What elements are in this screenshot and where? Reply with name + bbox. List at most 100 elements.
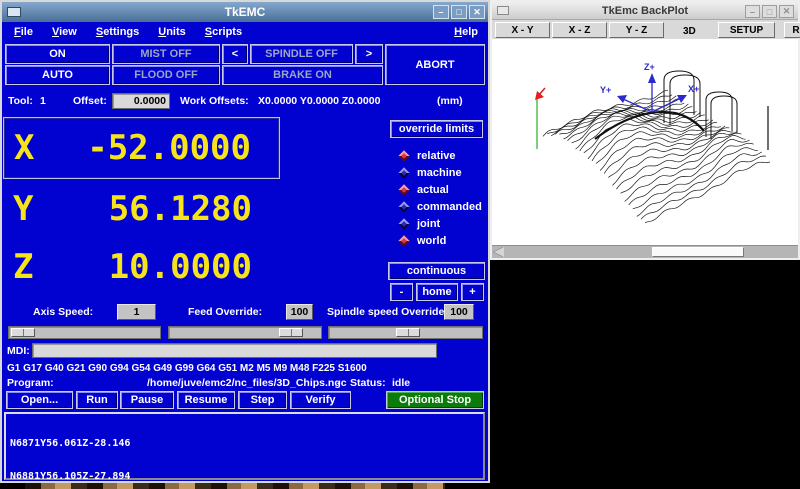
radio-commanded[interactable]: commanded — [400, 201, 482, 213]
jog-plus-button[interactable]: + — [461, 283, 484, 301]
menubar: File View Settings Units Scripts Help — [2, 22, 488, 42]
tool-label: Tool: — [8, 95, 33, 107]
reset-button[interactable]: RESET — [784, 22, 800, 38]
axis-value: 10.0000 — [109, 247, 252, 287]
spindle-button[interactable]: SPINDLE OFF — [250, 44, 353, 64]
minimize-icon[interactable]: – — [433, 5, 449, 19]
menu-help[interactable]: Help — [454, 26, 478, 38]
spindle-override-slider[interactable] — [328, 326, 483, 339]
axis-letter: Y — [13, 189, 33, 229]
abort-button[interactable]: ABORT — [385, 44, 485, 85]
active-gcodes: G1 G17 G40 G21 G90 G94 G54 G49 G99 G64 G… — [7, 363, 367, 374]
view-yz-button[interactable]: Y - Z — [609, 22, 664, 38]
menu-scripts[interactable]: Scripts — [205, 26, 242, 38]
axis-speed-value: 1 — [117, 304, 156, 320]
mdi-input[interactable] — [32, 343, 437, 358]
mdi-label: MDI: — [7, 345, 30, 357]
backplot-titlebar[interactable]: TkEmc BackPlot – □ ✕ — [492, 2, 798, 20]
verify-button[interactable]: Verify — [290, 391, 351, 409]
resume-button[interactable]: Resume — [177, 391, 235, 409]
program-label: Program: — [7, 377, 54, 389]
view-xy-button[interactable]: X - Y — [495, 22, 550, 38]
radio-diamond-icon — [398, 184, 409, 195]
titlebar[interactable]: TkEMC – □ ✕ — [2, 2, 488, 22]
view-xz-button[interactable]: X - Z — [552, 22, 607, 38]
mist-button[interactable]: MIST OFF — [112, 44, 220, 64]
slider-handle[interactable] — [11, 328, 35, 337]
axis-display-x[interactable]: X -52.0000 — [3, 117, 280, 179]
svg-text:Z+: Z+ — [644, 62, 655, 72]
window-title: TkEMC — [2, 5, 488, 19]
menu-file[interactable]: File — [14, 26, 33, 38]
axis-speed-label: Axis Speed: — [33, 306, 93, 318]
radio-actual[interactable]: actual — [400, 184, 449, 196]
work-offsets-value: X0.0000 Y0.0000 Z0.0000 — [258, 95, 380, 107]
radio-joint[interactable]: joint — [400, 218, 440, 230]
units-label: (mm) — [437, 95, 463, 107]
jog-mode-button[interactable]: continuous — [388, 262, 485, 280]
menu-view[interactable]: View — [52, 26, 77, 38]
desktop-sliver — [25, 483, 445, 489]
work-offsets-label: Work Offsets: — [180, 95, 249, 107]
program-line: N6881Y56.105Z-27.894 — [10, 471, 479, 482]
spindle-decrease-button[interactable]: < — [222, 44, 248, 64]
view-3d-label[interactable]: 3D — [683, 26, 696, 37]
pause-button[interactable]: Pause — [120, 391, 174, 409]
open-button[interactable]: Open... — [6, 391, 73, 409]
status-label: Status: — [350, 377, 386, 389]
step-button[interactable]: Step — [238, 391, 287, 409]
feed-override-label: Feed Override: — [188, 306, 262, 318]
radio-diamond-icon — [398, 201, 409, 212]
feed-override-slider[interactable] — [168, 326, 322, 339]
home-button[interactable]: home — [416, 283, 458, 301]
menu-settings[interactable]: Settings — [96, 26, 139, 38]
slider-handle[interactable] — [396, 328, 420, 337]
jog-minus-button[interactable]: - — [390, 283, 413, 301]
program-path: /home/juve/emc2/nc_files/3D_Chips.ngc — [147, 377, 347, 389]
radio-relative[interactable]: relative — [400, 150, 456, 162]
flood-button[interactable]: FLOOD OFF — [112, 65, 220, 85]
axis-letter: Z — [13, 247, 33, 287]
close-icon[interactable]: ✕ — [469, 5, 485, 19]
backplot-wireframe: Z+ Y+ X+ — [492, 39, 798, 245]
svg-text:Y+: Y+ — [600, 85, 611, 95]
axis-speed-slider[interactable] — [8, 326, 161, 339]
tool-value: 1 — [40, 95, 46, 107]
radio-diamond-icon — [398, 167, 409, 178]
offset-entry[interactable]: 0.0000 — [112, 93, 170, 109]
status-dash: - — [337, 377, 341, 389]
machine-on-button[interactable]: ON — [5, 44, 110, 64]
minimize-icon[interactable]: – — [745, 5, 760, 18]
backplot-scrollbar[interactable] — [492, 245, 798, 258]
override-limits-button[interactable]: override limits — [390, 120, 483, 138]
svg-text:X+: X+ — [688, 84, 699, 94]
feed-override-value: 100 — [286, 304, 313, 320]
menu-units[interactable]: Units — [158, 26, 186, 38]
close-icon[interactable]: ✕ — [779, 5, 794, 18]
radio-world[interactable]: world — [400, 235, 446, 247]
slider-handle[interactable] — [279, 328, 303, 337]
maximize-icon[interactable]: □ — [762, 5, 777, 18]
spindle-override-value: 100 — [444, 304, 474, 320]
setup-button[interactable]: SETUP — [718, 22, 775, 38]
scroll-left-icon[interactable] — [494, 247, 504, 257]
spindle-override-label: Spindle speed Override: — [327, 306, 448, 318]
program-line: N6871Y56.061Z-28.146 — [10, 438, 479, 449]
radio-machine[interactable]: machine — [400, 167, 462, 179]
axis-value: 56.1280 — [109, 189, 252, 229]
axis-display-y[interactable]: Y 56.1280 — [3, 182, 280, 236]
axis-letter: X — [14, 128, 34, 168]
run-button[interactable]: Run — [76, 391, 118, 409]
spindle-increase-button[interactable]: > — [355, 44, 383, 64]
maximize-icon[interactable]: □ — [451, 5, 467, 19]
axis-display-z[interactable]: Z 10.0000 — [3, 240, 280, 294]
mode-auto-button[interactable]: AUTO — [5, 65, 110, 85]
program-text-area[interactable]: N6871Y56.061Z-28.146 N6881Y56.105Z-27.89… — [4, 412, 485, 480]
brake-button[interactable]: BRAKE ON — [222, 65, 383, 85]
optional-stop-button[interactable]: Optional Stop — [386, 391, 484, 409]
status-value: idle — [392, 377, 410, 389]
radio-diamond-icon — [398, 150, 409, 161]
scrollbar-thumb[interactable] — [652, 247, 744, 257]
radio-diamond-icon — [398, 218, 409, 229]
backplot-canvas[interactable]: Z+ Y+ X+ — [492, 39, 798, 245]
